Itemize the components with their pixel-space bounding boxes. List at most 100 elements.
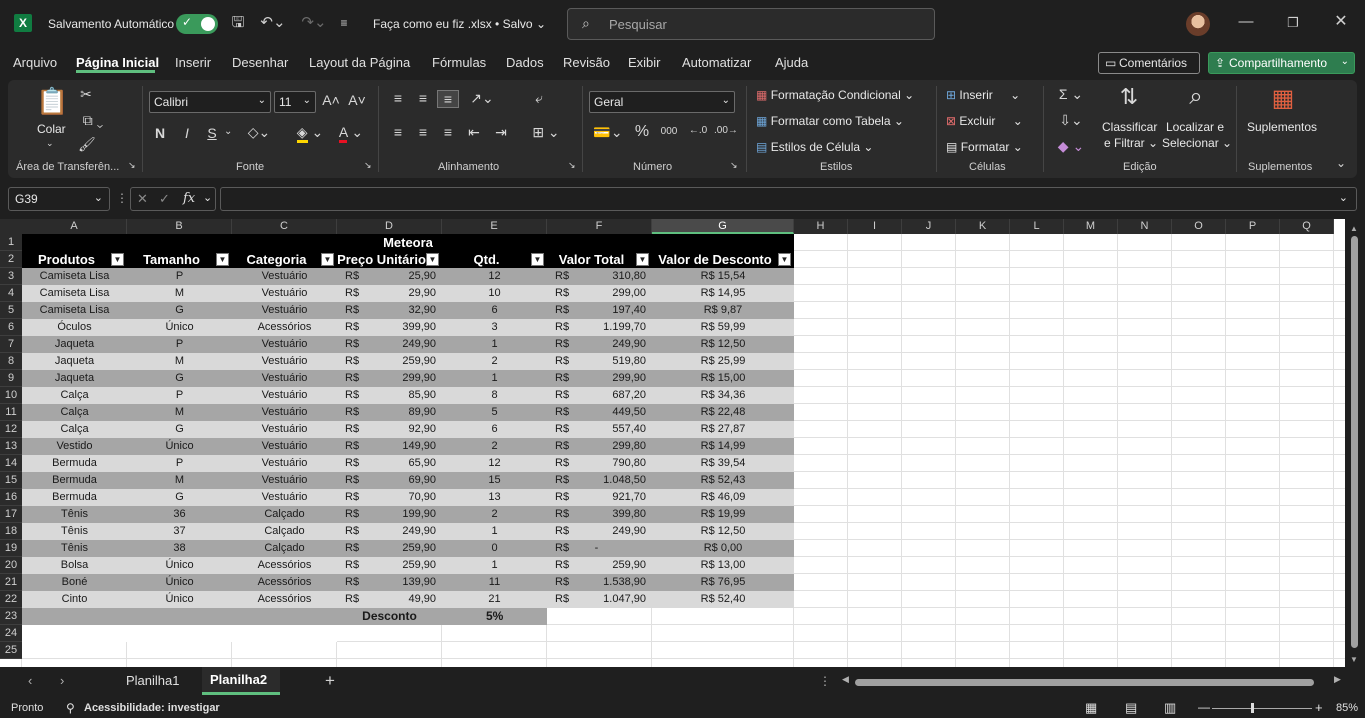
menu-desenhar[interactable]: Desenhar	[232, 55, 288, 70]
cell-categoria[interactable]: Vestuário	[232, 421, 337, 438]
cell-produto[interactable]: Bermuda	[22, 472, 127, 489]
prev-sheet-icon[interactable]: ‹	[28, 673, 32, 688]
cell-preco[interactable]: 70,90	[337, 489, 442, 506]
number-format-select[interactable]: Geral ⌄	[589, 91, 735, 113]
cell-preco[interactable]: 32,90	[337, 302, 442, 319]
cell-tamanho[interactable]: P	[127, 387, 232, 404]
row-header-17[interactable]: 17	[0, 506, 22, 523]
cell-preco[interactable]: 199,90	[337, 506, 442, 523]
cell-total[interactable]: 1.199,70	[547, 319, 652, 336]
cell-produto[interactable]: Tênis	[22, 523, 127, 540]
column-title[interactable]: Tamanho	[127, 251, 216, 268]
row-header-1[interactable]: 1	[0, 234, 22, 251]
cell-preco[interactable]: 49,90	[337, 591, 442, 608]
paste-label[interactable]: Colar	[37, 122, 66, 136]
page-break-icon[interactable]: ▥	[1164, 700, 1176, 716]
cell-qtd[interactable]: 1	[442, 336, 547, 353]
addins-icon[interactable]: ▦	[1268, 84, 1298, 113]
cell-produto[interactable]: Calça	[22, 421, 127, 438]
cell-total[interactable]: 449,50	[547, 404, 652, 421]
row-header-9[interactable]: 9	[0, 370, 22, 387]
cell-qtd[interactable]: 1	[442, 370, 547, 387]
cell-preco[interactable]: 259,90	[337, 353, 442, 370]
decrease-decimal-icon[interactable]: .00→	[714, 125, 738, 136]
more-options-icon[interactable]: ⋮	[116, 191, 128, 205]
cell-total[interactable]: 687,20	[547, 387, 652, 404]
chevron-down-icon[interactable]: ⌄	[224, 126, 232, 137]
find-select-icon[interactable]: ⌕	[1181, 83, 1211, 111]
scroll-right-icon[interactable]: ▶	[1334, 674, 1341, 685]
sheet-tab-planilha2[interactable]: Planilha2	[210, 672, 267, 687]
cell-qtd[interactable]: 2	[442, 506, 547, 523]
conditional-formatting-button[interactable]: ▦ Formatação Condicional ⌄	[756, 88, 914, 102]
column-title[interactable]: Qtd.	[442, 251, 531, 268]
undo-icon[interactable]: ↶⌄	[256, 13, 290, 33]
column-header-a[interactable]: A	[22, 219, 127, 234]
cell-categoria[interactable]: Vestuário	[232, 285, 337, 302]
cell-categoria[interactable]: Vestuário	[232, 336, 337, 353]
cell-preco[interactable]: 69,90	[337, 472, 442, 489]
filter-dropdown-icon[interactable]: ▼	[216, 253, 229, 266]
cell-tamanho[interactable]: Único	[127, 319, 232, 336]
row-header-7[interactable]: 7	[0, 336, 22, 353]
increase-indent-icon[interactable]: ⇥	[492, 124, 510, 141]
sort-filter-label-1[interactable]: Classificar	[1102, 120, 1157, 134]
merge-center-icon[interactable]: ⊞ ⌄	[528, 124, 564, 141]
zoom-out-icon[interactable]: —	[1198, 700, 1210, 714]
menu-pagina-inicial[interactable]: Página Inicial	[76, 55, 159, 70]
cell-categoria[interactable]: Acessórios	[232, 591, 337, 608]
column-title[interactable]: Preço Unitário	[337, 251, 426, 268]
horizontal-scroll-thumb[interactable]	[855, 679, 1314, 686]
cell-qtd[interactable]: 1	[442, 557, 547, 574]
row-header-16[interactable]: 16	[0, 489, 22, 506]
cell-categoria[interactable]: Vestuário	[232, 455, 337, 472]
cell-produto[interactable]: Óculos	[22, 319, 127, 336]
filter-dropdown-icon[interactable]: ▼	[636, 253, 649, 266]
cell-qtd[interactable]: 5	[442, 404, 547, 421]
cell-produto[interactable]: Calça	[22, 404, 127, 421]
cell-categoria[interactable]: Vestuário	[232, 404, 337, 421]
cell-total[interactable]: 197,40	[547, 302, 652, 319]
cell-desconto[interactable]: R$ 15,54	[652, 268, 794, 285]
decrease-indent-icon[interactable]: ⇤	[465, 124, 483, 141]
cell-preco[interactable]: 85,90	[337, 387, 442, 404]
more-options-icon[interactable]: ⋮	[819, 674, 831, 688]
align-bottom-icon[interactable]: ≡	[437, 90, 459, 108]
file-name[interactable]: Faça como eu fiz .xlsx • Salvo ⌄	[373, 17, 546, 31]
minimize-icon[interactable]: —	[1236, 12, 1256, 32]
row-header-8[interactable]: 8	[0, 353, 22, 370]
cell-tamanho[interactable]: P	[127, 336, 232, 353]
column-header-i[interactable]: I	[848, 219, 902, 234]
menu-ajuda[interactable]: Ajuda	[775, 55, 808, 70]
cell-preco[interactable]: 399,90	[337, 319, 442, 336]
cell-tamanho[interactable]: M	[127, 285, 232, 302]
menu-exibir[interactable]: Exibir	[628, 55, 661, 70]
column-title[interactable]: Valor Total	[547, 251, 636, 268]
chevron-down-icon[interactable]: ⌄	[46, 138, 54, 149]
cell-tamanho[interactable]: P	[127, 268, 232, 285]
redo-icon[interactable]: ↷⌄	[297, 13, 331, 33]
cell-desconto[interactable]: R$ 52,43	[652, 472, 794, 489]
avatar[interactable]	[1186, 12, 1210, 36]
cell-produto[interactable]: Bolsa	[22, 557, 127, 574]
column-header-j[interactable]: J	[902, 219, 956, 234]
scroll-down-icon[interactable]: ▼	[1350, 655, 1358, 664]
autosave-toggle[interactable]: ✓	[176, 14, 218, 34]
cell-categoria[interactable]: Vestuário	[232, 268, 337, 285]
scroll-up-icon[interactable]: ▲	[1350, 224, 1358, 233]
find-select-button[interactable]: Selecionar ⌄	[1162, 136, 1232, 150]
insert-cells-button[interactable]: ⊞ Inserir ⌄	[946, 88, 1020, 102]
cell-desconto[interactable]: R$ 34,36	[652, 387, 794, 404]
cell-desconto[interactable]: R$ 0,00	[652, 540, 794, 557]
cell-desconto[interactable]: R$ 15,00	[652, 370, 794, 387]
dialog-launcher-icon[interactable]: ↘	[364, 160, 372, 171]
menu-formulas[interactable]: Fórmulas	[432, 55, 486, 70]
cell-qtd[interactable]: 8	[442, 387, 547, 404]
orientation-icon[interactable]: ↗⌄	[468, 90, 496, 107]
cell-tamanho[interactable]: G	[127, 302, 232, 319]
comments-button[interactable]: ▭ Comentários	[1098, 52, 1200, 74]
cut-icon[interactable]: ✂	[78, 86, 94, 103]
filter-dropdown-icon[interactable]: ▼	[111, 253, 124, 266]
filter-dropdown-icon[interactable]: ▼	[426, 253, 439, 266]
cell-tamanho[interactable]: M	[127, 404, 232, 421]
